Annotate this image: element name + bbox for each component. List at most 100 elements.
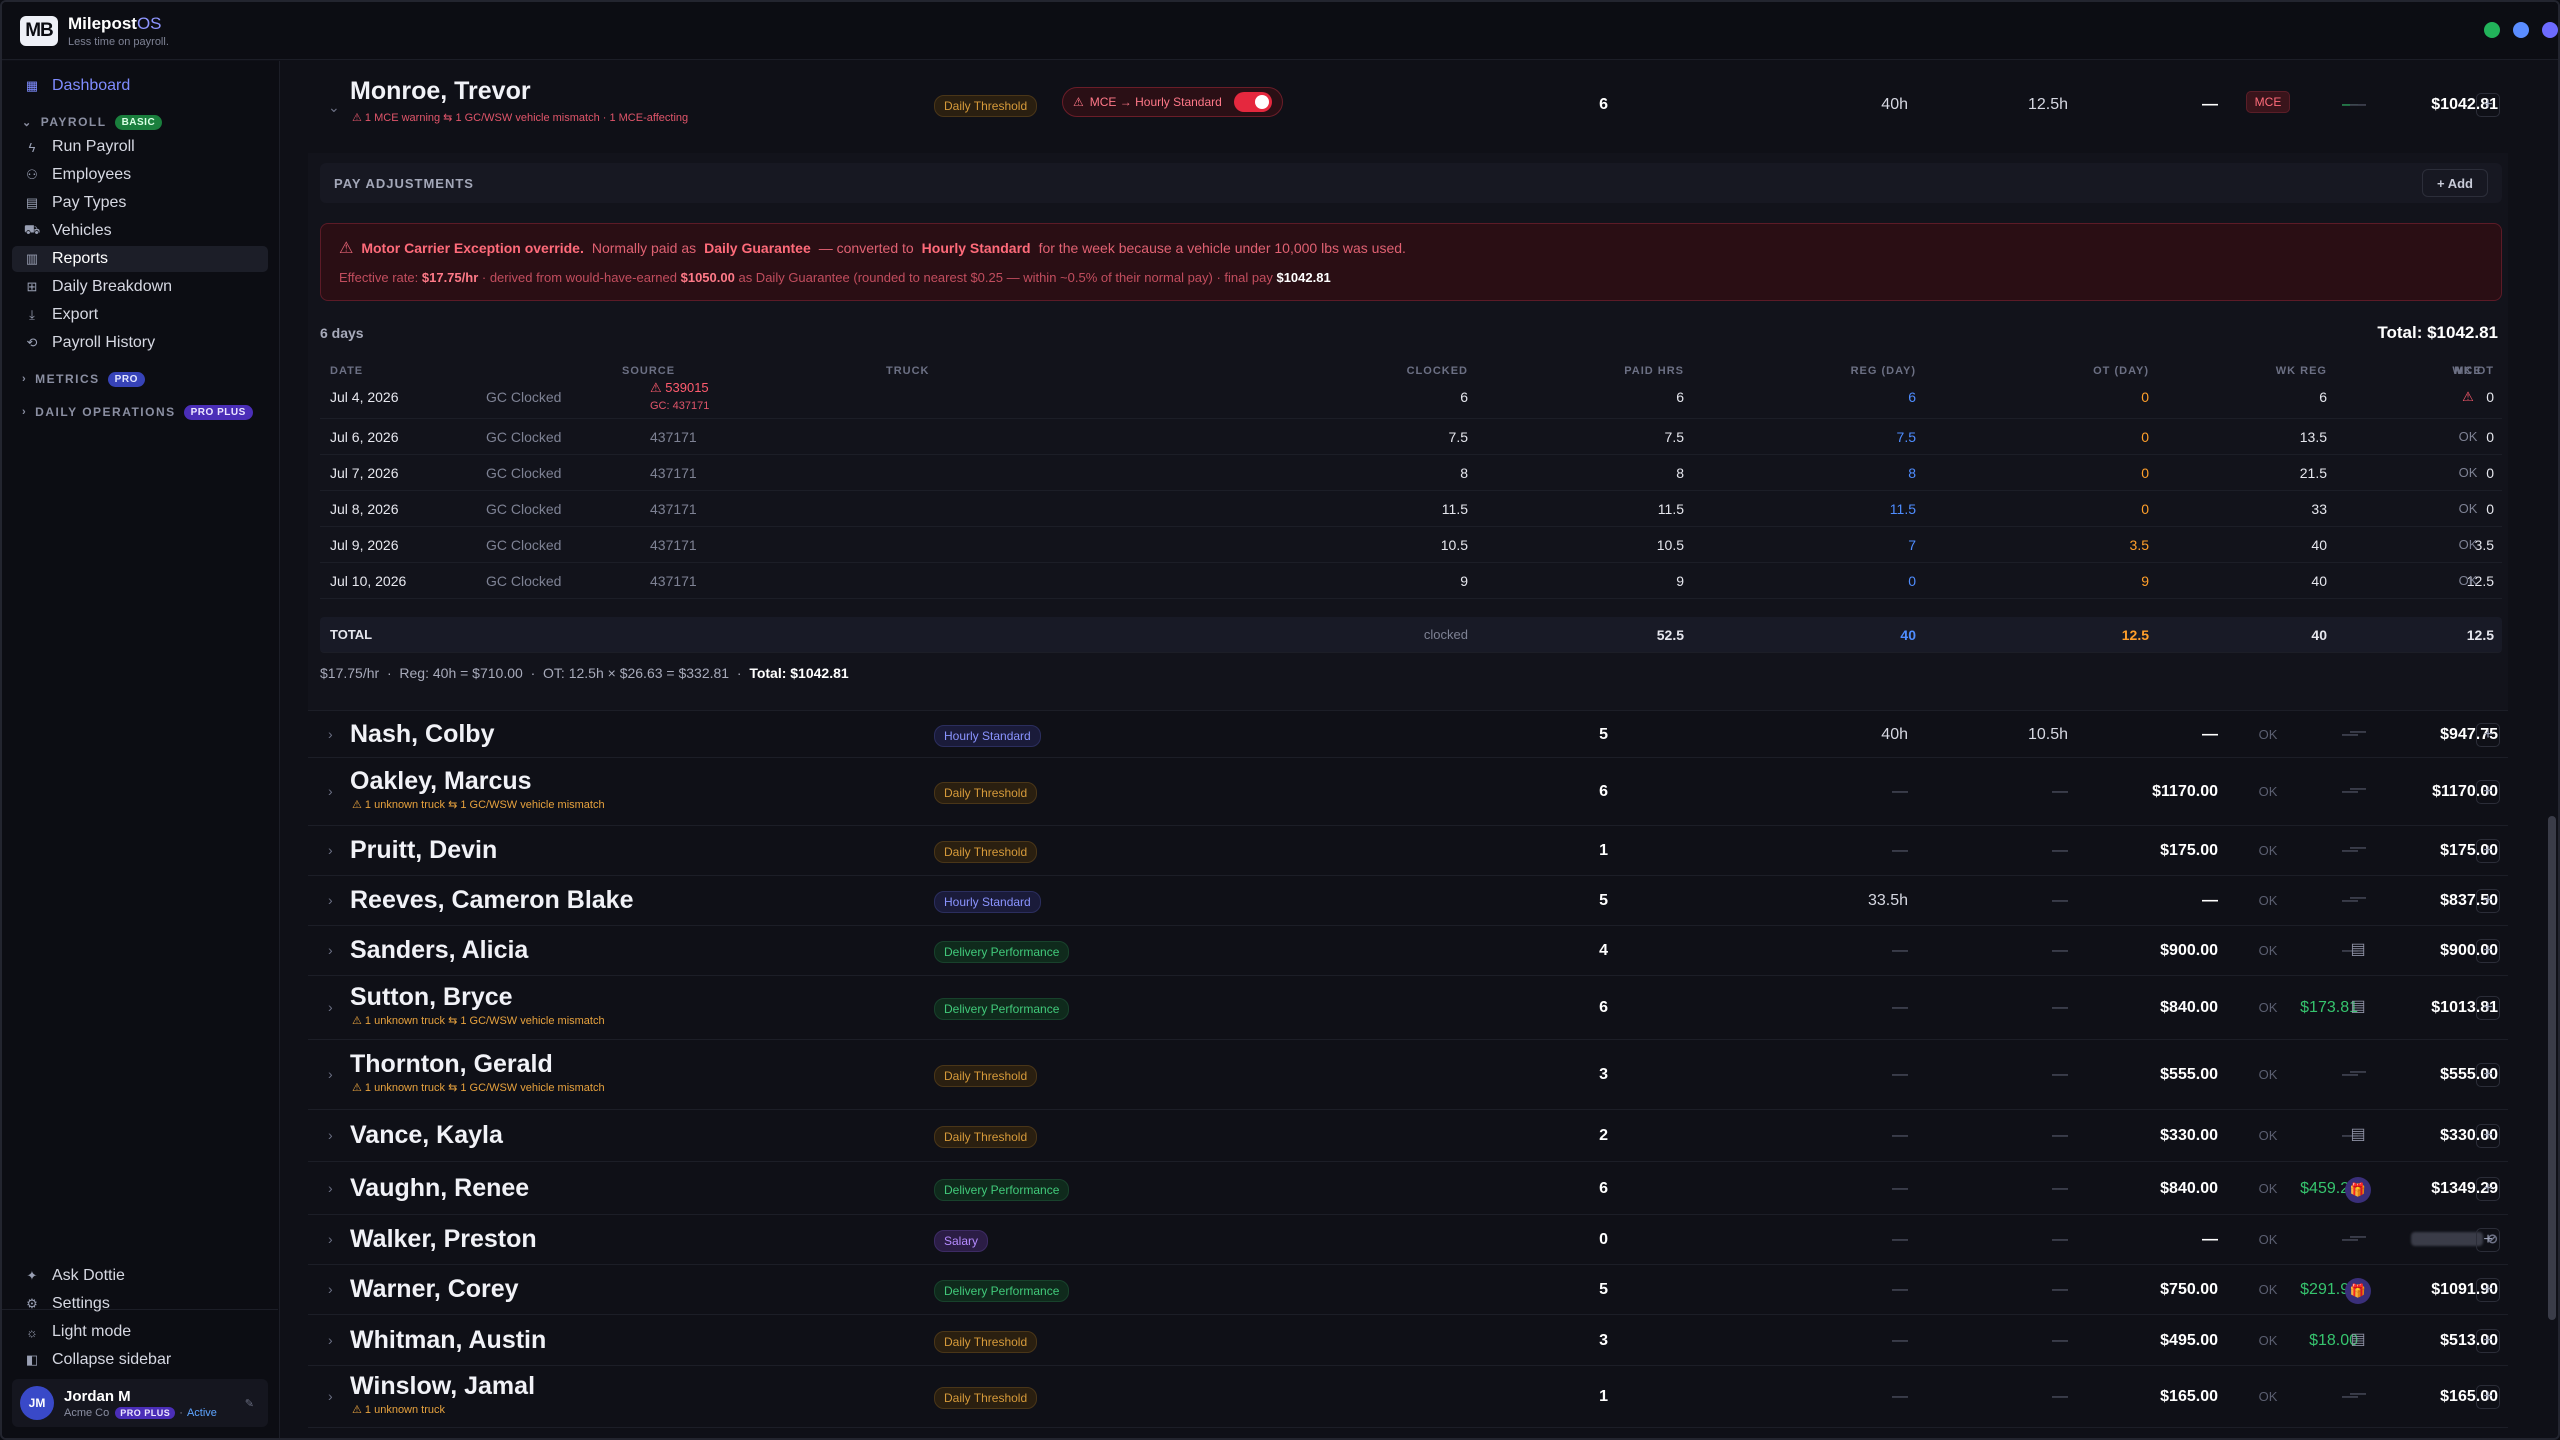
window-control-green[interactable] (2484, 22, 2500, 38)
nav-label: Employees (52, 166, 132, 183)
truck-icon: ⛟ (23, 222, 41, 237)
total-cell: $1091.90 (2431, 1281, 2498, 1298)
nav-run-payroll[interactable]: ϟ Run Payroll (12, 134, 268, 160)
chevron-right-icon[interactable]: › (328, 942, 333, 958)
nav-vehicles[interactable]: ⛟ Vehicles (12, 218, 268, 244)
pay-type-badge: Daily Threshold (934, 95, 1038, 117)
chevron-down-icon[interactable]: ⌄ (328, 99, 340, 116)
add-adjustment-button[interactable]: + (2476, 1385, 2500, 1409)
nav-pay-types[interactable]: ▤ Pay Types (12, 190, 268, 216)
add-adjustment-button[interactable]: + (2476, 839, 2500, 863)
ot-day-cell: 0 (2141, 429, 2149, 445)
chevron-right-icon[interactable]: › (328, 842, 333, 858)
chevron-right-icon[interactable]: › (328, 1332, 333, 1348)
employee-row[interactable]: › Sanders, Alicia Delivery Performance 4— — $… (308, 926, 2508, 976)
pay-type-badge: Daily Threshold (934, 1065, 1038, 1087)
section-payroll[interactable]: ⌄ PAYROLL BASIC (22, 113, 163, 131)
chevron-right-icon[interactable]: › (328, 783, 333, 799)
employee-row[interactable]: › Whitman, Austin Daily Threshold 3— — $495.0… (308, 1315, 2508, 1366)
nav-reports[interactable]: ▥ Reports (12, 246, 268, 272)
add-adjustment-button[interactable]: + (2476, 889, 2500, 913)
mce-toggle[interactable] (1233, 92, 1272, 112)
mce-toggle-label: MCE → Hourly Standard (1089, 95, 1222, 109)
days-cell: 5 (1599, 726, 1608, 743)
add-adjustment-button[interactable]: + (2476, 1329, 2500, 1353)
employee-row[interactable]: › Vance, Kayla Daily Threshold 2— — $330.00— O… (308, 1110, 2508, 1162)
chevron-right-icon[interactable]: › (328, 999, 333, 1015)
window-control-purple[interactable] (2542, 22, 2558, 38)
employee-row[interactable]: › Sutton, Bryce ⚠ 1 unknown truck ⇆ 1 GC/W… (308, 976, 2508, 1040)
section-metrics-label: METRICS (35, 372, 100, 386)
nav-daily-breakdown[interactable]: ⊞ Daily Breakdown (12, 274, 268, 300)
section-metrics[interactable]: › METRICS PRO (22, 370, 145, 388)
add-adjustment-button[interactable]: + (2476, 1228, 2500, 1252)
mce-status-cell: OK (2458, 429, 2478, 444)
user-card[interactable]: JM Jordan M Acme Co PRO PLUS · Active ✎ (12, 1379, 268, 1427)
chevron-right-icon[interactable]: › (328, 892, 333, 908)
mce-alert: ⚠ Motor Carrier Exception override. Norm… (320, 223, 2502, 301)
chevron-right-icon[interactable]: › (328, 726, 333, 742)
employee-name: Monroe, Trevor (350, 77, 531, 105)
employee-row[interactable]: › Thornton, Gerald ⚠ 1 unknown truck ⇆ 1 G… (308, 1040, 2508, 1110)
warning-icon: ⚠ (339, 240, 354, 257)
nav-export[interactable]: ⤓ Export (12, 302, 268, 328)
window-control-blue[interactable] (2513, 22, 2529, 38)
mce-override-chip[interactable]: ⚠ MCE → Hourly Standard (1062, 87, 1283, 117)
section-daily-operations[interactable]: › DAILY OPERATIONS PRO PLUS (22, 403, 253, 421)
total-cell-masked[interactable]: ⊘ (2048, 1230, 2498, 1248)
paid-cell: 7.5 (1664, 429, 1684, 445)
add-adjustment-button[interactable]: + (2476, 996, 2500, 1020)
add-adjustment-button[interactable]: + (2476, 1063, 2500, 1087)
employee-name: Pruitt, Devin (350, 836, 498, 864)
nav-employees[interactable]: ⚇ Employees (12, 162, 268, 188)
masked-amount (2410, 1231, 2483, 1246)
clocked-cell: 11.5 (1441, 501, 1468, 517)
employee-row[interactable]: › Warner, Corey Delivery Performance 5— — $75… (308, 1265, 2508, 1315)
avatar: JM (20, 1386, 54, 1420)
employee-row[interactable]: › Oakley, Marcus ⚠ 1 unknown truck ⇆ 1 GC/… (308, 758, 2508, 826)
add-adjustment-button[interactable]: + (2476, 93, 2500, 117)
wk-reg-cell: 21.5 (2299, 465, 2327, 481)
reg-day-cell: 7.5 (1896, 429, 1916, 445)
employee-row-expanded[interactable]: ⌄ Monroe, Trevor ⚠ 1 MCE warning ⇆ 1 GC/… (308, 61, 2508, 153)
chevron-right-icon[interactable]: › (328, 1231, 333, 1247)
nav-settings[interactable]: ⚙ Settings (12, 1291, 268, 1317)
employee-row[interactable]: › Pruitt, Devin Daily Threshold 1— — $175.00—… (308, 826, 2508, 876)
chevron-right-icon[interactable]: › (328, 1066, 333, 1082)
employee-warnings: ⚠ 1 unknown truck ⇆ 1 GC/WSW vehicle mis… (352, 1082, 605, 1094)
chevron-right-icon[interactable]: › (328, 1281, 333, 1297)
employee-row[interactable]: › Nash, Colby Hourly Standard 5 40h 10.5h — — OK… (308, 711, 2508, 758)
edit-icon[interactable]: ✎ (245, 1397, 254, 1410)
employee-name: Warner, Corey (350, 1275, 519, 1303)
chevron-right-icon[interactable]: › (328, 1127, 333, 1143)
add-adjustment-button[interactable]: + (2476, 1177, 2500, 1201)
nav-light-mode[interactable]: ☼ Light mode (12, 1319, 268, 1345)
add-adjustment-button[interactable]: + (2476, 780, 2500, 804)
add-adjustment-button[interactable]: + (2476, 1124, 2500, 1148)
chevron-right-icon[interactable]: › (328, 1180, 333, 1196)
reg-day-cell: 0 (1908, 573, 1916, 589)
nav-ask-dottie[interactable]: ✦ Ask Dottie (12, 1263, 268, 1289)
nav-dashboard[interactable]: ▦ Dashboard (12, 73, 268, 99)
employee-name: Winslow, Jamal (350, 1372, 536, 1400)
scrollbar[interactable] (2548, 816, 2556, 1320)
alert-text: · derived from would-have-earned (481, 270, 677, 285)
pay-formula: $17.75/hr · Reg: 40h = $710.00 · OT: 12.… (320, 665, 849, 681)
employee-detail-panel: PAY ADJUSTMENTS + Add ⚠ Motor Carrier Ex… (308, 153, 2508, 711)
employee-row[interactable]: › Walker, Preston Salary 0— — — — OK — ⊘ + (308, 1215, 2508, 1265)
employee-row[interactable]: › Winslow, Jamal ⚠ 1 unknown truck Daily Th… (308, 1366, 2508, 1428)
date-cell: Jul 7, 2026 (330, 465, 399, 481)
reg-day-cell: 6 (1908, 389, 1916, 405)
add-adjustment-button[interactable]: + (2476, 939, 2500, 963)
employee-row[interactable]: › Vaughn, Renee Delivery Performance 6— — $84… (308, 1162, 2508, 1215)
chevron-right-icon[interactable]: › (328, 1388, 333, 1404)
add-adjustment-button[interactable]: + Add (2422, 169, 2488, 197)
brand-name-accent: OS (136, 13, 162, 33)
add-adjustment-button[interactable]: + (2476, 723, 2500, 747)
employee-row[interactable]: › Reeves, Cameron Blake Hourly Standard 5 33… (308, 876, 2508, 926)
total-cell: $330.00 (2440, 1127, 2498, 1144)
nav-payroll-history[interactable]: ⟲ Payroll History (12, 330, 268, 356)
add-adjustment-button[interactable]: + (2476, 1278, 2500, 1302)
paid-cell: 6 (1676, 389, 1684, 405)
nav-collapse-sidebar[interactable]: ◧ Collapse sidebar (12, 1347, 268, 1373)
